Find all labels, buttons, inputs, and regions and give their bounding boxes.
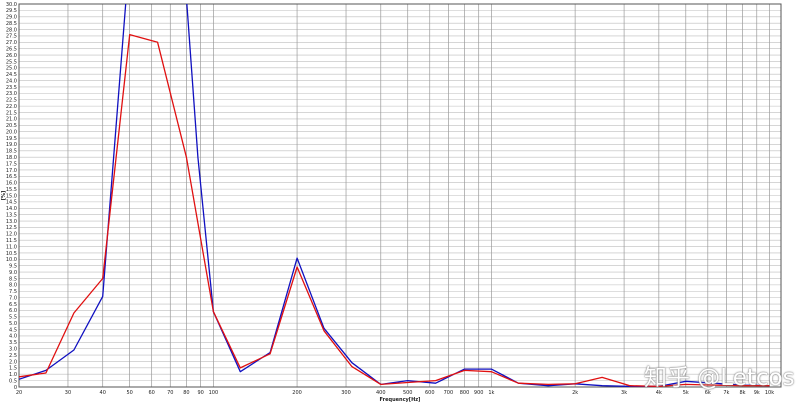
y-tick-label: 6.5 [9, 302, 17, 308]
y-tick-label: 26.5 [6, 46, 17, 52]
x-tick-label: 80 [183, 390, 189, 396]
y-tick-label: 2.5 [9, 353, 17, 359]
y-tick-label: 23.5 [6, 85, 17, 91]
y-axis-title: [%] [1, 191, 7, 201]
y-tick-label: 6.0 [9, 308, 17, 314]
y-tick-label: 25.0 [6, 66, 17, 72]
y-tick-label: 5.0 [9, 321, 17, 327]
y-tick-label: 22.0 [6, 104, 17, 110]
x-tick-label: 500 [403, 390, 413, 396]
y-tick-label: 10.5 [6, 251, 17, 257]
y-tick-label: 28.0 [6, 27, 17, 33]
y-tick-label: 7.0 [9, 295, 17, 301]
x-tick-label: 800 [460, 390, 470, 396]
x-tick-label: 40 [100, 390, 106, 396]
x-tick-label: 1k [488, 390, 494, 396]
y-tick-label: 5.5 [9, 315, 17, 321]
y-tick-label: 12.5 [6, 225, 17, 231]
y-tick-label: 16.0 [6, 181, 17, 187]
y-tick-label: 10.0 [6, 257, 17, 263]
y-tick-label: 29.5 [6, 8, 17, 14]
x-axis-title: Frequency[Hz] [380, 397, 421, 403]
y-tick-label: 21.0 [6, 117, 17, 123]
y-tick-label: 23.0 [6, 91, 17, 97]
y-tick-labels: 00.51.01.52.02.53.03.54.04.55.05.56.06.5… [6, 2, 17, 391]
y-tick-label: 11.0 [6, 244, 17, 250]
y-tick-label: 3.0 [9, 347, 17, 353]
y-tick-label: 20.5 [6, 123, 17, 129]
x-tick-label: 600 [425, 390, 435, 396]
x-tick-label: 60 [148, 390, 154, 396]
x-tick-label: 70 [167, 390, 173, 396]
x-tick-label: 700 [444, 390, 454, 396]
y-tick-label: 18.0 [6, 155, 17, 161]
y-tick-label: 18.5 [6, 149, 17, 155]
y-tick-label: 11.5 [6, 238, 17, 244]
x-tick-label: 20 [16, 390, 22, 396]
x-tick-label: 50 [126, 390, 132, 396]
y-tick-label: 26.0 [6, 53, 17, 59]
y-tick-label: 27.0 [6, 40, 17, 46]
y-tick-label: 1.0 [9, 372, 17, 378]
y-tick-label: 17.0 [6, 168, 17, 174]
series-line-2 [19, 33, 770, 387]
y-tick-label: 14.5 [6, 200, 17, 206]
y-tick-label: 17.5 [6, 161, 17, 167]
x-tick-label: 3k [621, 390, 627, 396]
y-tick-label: 4.5 [9, 327, 17, 333]
y-tick-label: 21.5 [6, 110, 17, 116]
y-tick-label: 19.0 [6, 142, 17, 148]
y-tick-label: 24.5 [6, 72, 17, 78]
y-tick-label: 16.5 [6, 174, 17, 180]
horizontal-gridlines [19, 3, 781, 388]
y-tick-label: 22.5 [6, 98, 17, 104]
y-tick-label: 13.5 [6, 212, 17, 218]
x-tick-label: 400 [376, 390, 386, 396]
y-tick-label: 12.0 [6, 232, 17, 238]
series-line-1 [19, 4, 770, 387]
y-tick-label: 13.0 [6, 219, 17, 225]
y-tick-label: 8.0 [9, 283, 17, 289]
x-tick-label: 90 [197, 390, 203, 396]
y-tick-label: 15.0 [6, 193, 17, 199]
watermark-text: 知乎 @Letcos [644, 365, 795, 391]
x-tick-label: 100 [209, 390, 219, 396]
x-tick-label: 2k [572, 390, 578, 396]
x-tick-label: 300 [341, 390, 351, 396]
frequency-chart: 00.51.01.52.02.53.03.54.04.55.05.56.06.5… [1, 2, 782, 403]
y-tick-label: 9.0 [9, 270, 17, 276]
y-tick-label: 28.5 [6, 21, 17, 27]
y-tick-label: 19.5 [6, 136, 17, 142]
y-tick-label: 20.0 [6, 129, 17, 135]
y-tick-label: 24.0 [6, 78, 17, 84]
y-tick-label: 4.0 [9, 334, 17, 340]
y-tick-label: 14.0 [6, 206, 17, 212]
x-tick-label: 30 [65, 390, 71, 396]
x-tick-label: 200 [292, 390, 302, 396]
y-tick-label: 25.5 [6, 59, 17, 65]
y-tick-label: 7.5 [9, 289, 17, 295]
y-tick-label: 8.5 [9, 276, 17, 282]
y-tick-label: 29.0 [6, 15, 17, 21]
y-tick-label: 9.5 [9, 264, 17, 270]
y-tick-label: 15.5 [6, 187, 17, 193]
y-tick-label: 3.5 [9, 340, 17, 346]
y-tick-label: 0.5 [9, 378, 17, 384]
y-tick-label: 1.5 [9, 366, 17, 372]
x-tick-label: 900 [474, 390, 484, 396]
y-tick-label: 27.5 [6, 34, 17, 40]
series-lines [19, 4, 770, 387]
y-tick-label: 2.0 [9, 359, 17, 365]
y-tick-label: 30.0 [6, 2, 17, 8]
